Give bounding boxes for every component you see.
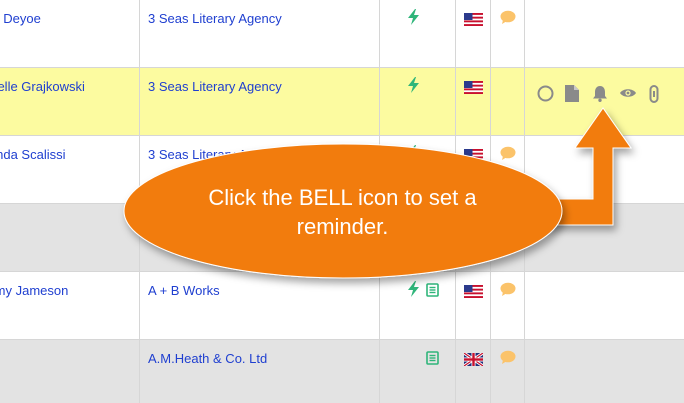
flag-cell xyxy=(456,272,491,339)
actions-cell xyxy=(525,204,684,271)
document-icon[interactable] xyxy=(565,85,579,102)
agent-name-link[interactable]: Lori Deyoe xyxy=(0,11,139,26)
lightning-icon[interactable] xyxy=(407,145,421,161)
actions-cell xyxy=(525,68,684,135)
icons-cell xyxy=(380,0,456,67)
name-cell: Linda Scalissi xyxy=(0,136,140,203)
chat-bubble-icon[interactable] xyxy=(500,146,516,161)
table-row: Lori Deyoe 3 Seas Literary Agency xyxy=(0,0,684,68)
actions-cell xyxy=(525,136,684,203)
lightning-icon[interactable] xyxy=(407,9,421,25)
icons-cell xyxy=(380,68,456,135)
agent-name-link[interactable]: Amy Jameson xyxy=(0,283,139,298)
agency-link[interactable]: 3 Seas Literary Agency xyxy=(148,147,282,162)
circle-icon[interactable] xyxy=(537,85,554,102)
bell-icon[interactable] xyxy=(592,85,608,102)
name-cell xyxy=(0,340,140,403)
chat-cell xyxy=(491,340,525,403)
icons-cell xyxy=(380,340,456,403)
agency-link[interactable]: 3 Seas Literary Agency xyxy=(148,11,282,26)
chat-cell xyxy=(491,272,525,339)
flag-cell xyxy=(456,68,491,135)
us-flag-icon xyxy=(464,81,483,94)
uk-flag-icon xyxy=(464,353,483,366)
chat-bubble-icon[interactable] xyxy=(500,282,516,297)
lightning-icon[interactable] xyxy=(407,281,421,297)
agency-link[interactable]: A + B Works xyxy=(148,283,220,298)
lightning-icon[interactable] xyxy=(407,77,421,93)
table-row: Michelle Grajkowski 3 Seas Literary Agen… xyxy=(0,68,684,136)
document-list-icon[interactable] xyxy=(426,283,439,297)
agency-cell: 3 Seas Literary Agency xyxy=(140,0,380,67)
actions-cell xyxy=(525,0,684,67)
agency-cell: A + B Works xyxy=(140,272,380,339)
chat-bubble-icon[interactable] xyxy=(500,10,516,25)
name-cell: Michelle Grajkowski xyxy=(0,68,140,135)
document-list-icon[interactable] xyxy=(426,351,439,365)
flag-cell xyxy=(456,340,491,403)
actions-cell xyxy=(525,272,684,339)
chat-cell xyxy=(491,68,525,135)
chain-link-icon[interactable] xyxy=(649,85,659,103)
chat-bubble-icon[interactable] xyxy=(500,350,516,365)
us-flag-icon xyxy=(464,285,483,298)
agency-cell: A.M.Heath & Co. Ltd xyxy=(140,340,380,403)
name-cell: Lori Deyoe xyxy=(0,0,140,67)
table-row: Amy Jameson A + B Works xyxy=(0,272,684,340)
actions-cell xyxy=(525,340,684,403)
us-flag-icon xyxy=(464,149,483,162)
agent-name-link[interactable]: Michelle Grajkowski xyxy=(0,79,139,94)
agency-link[interactable]: A.M.Heath & Co. Ltd xyxy=(148,351,267,366)
callout-text: Click the BELL icon to set a reminder. xyxy=(208,185,477,239)
chat-cell xyxy=(491,0,525,67)
table-row: A.M.Heath & Co. Ltd xyxy=(0,340,684,403)
name-cell: Amy Jameson xyxy=(0,272,140,339)
flag-cell xyxy=(456,0,491,67)
icons-cell xyxy=(380,272,456,339)
name-cell xyxy=(0,204,140,271)
us-flag-icon xyxy=(464,13,483,26)
eye-icon[interactable] xyxy=(619,87,637,99)
agency-cell: 3 Seas Literary Agency xyxy=(140,68,380,135)
agent-name-link[interactable]: Linda Scalissi xyxy=(0,147,139,162)
agency-link[interactable]: 3 Seas Literary Agency xyxy=(148,79,282,94)
